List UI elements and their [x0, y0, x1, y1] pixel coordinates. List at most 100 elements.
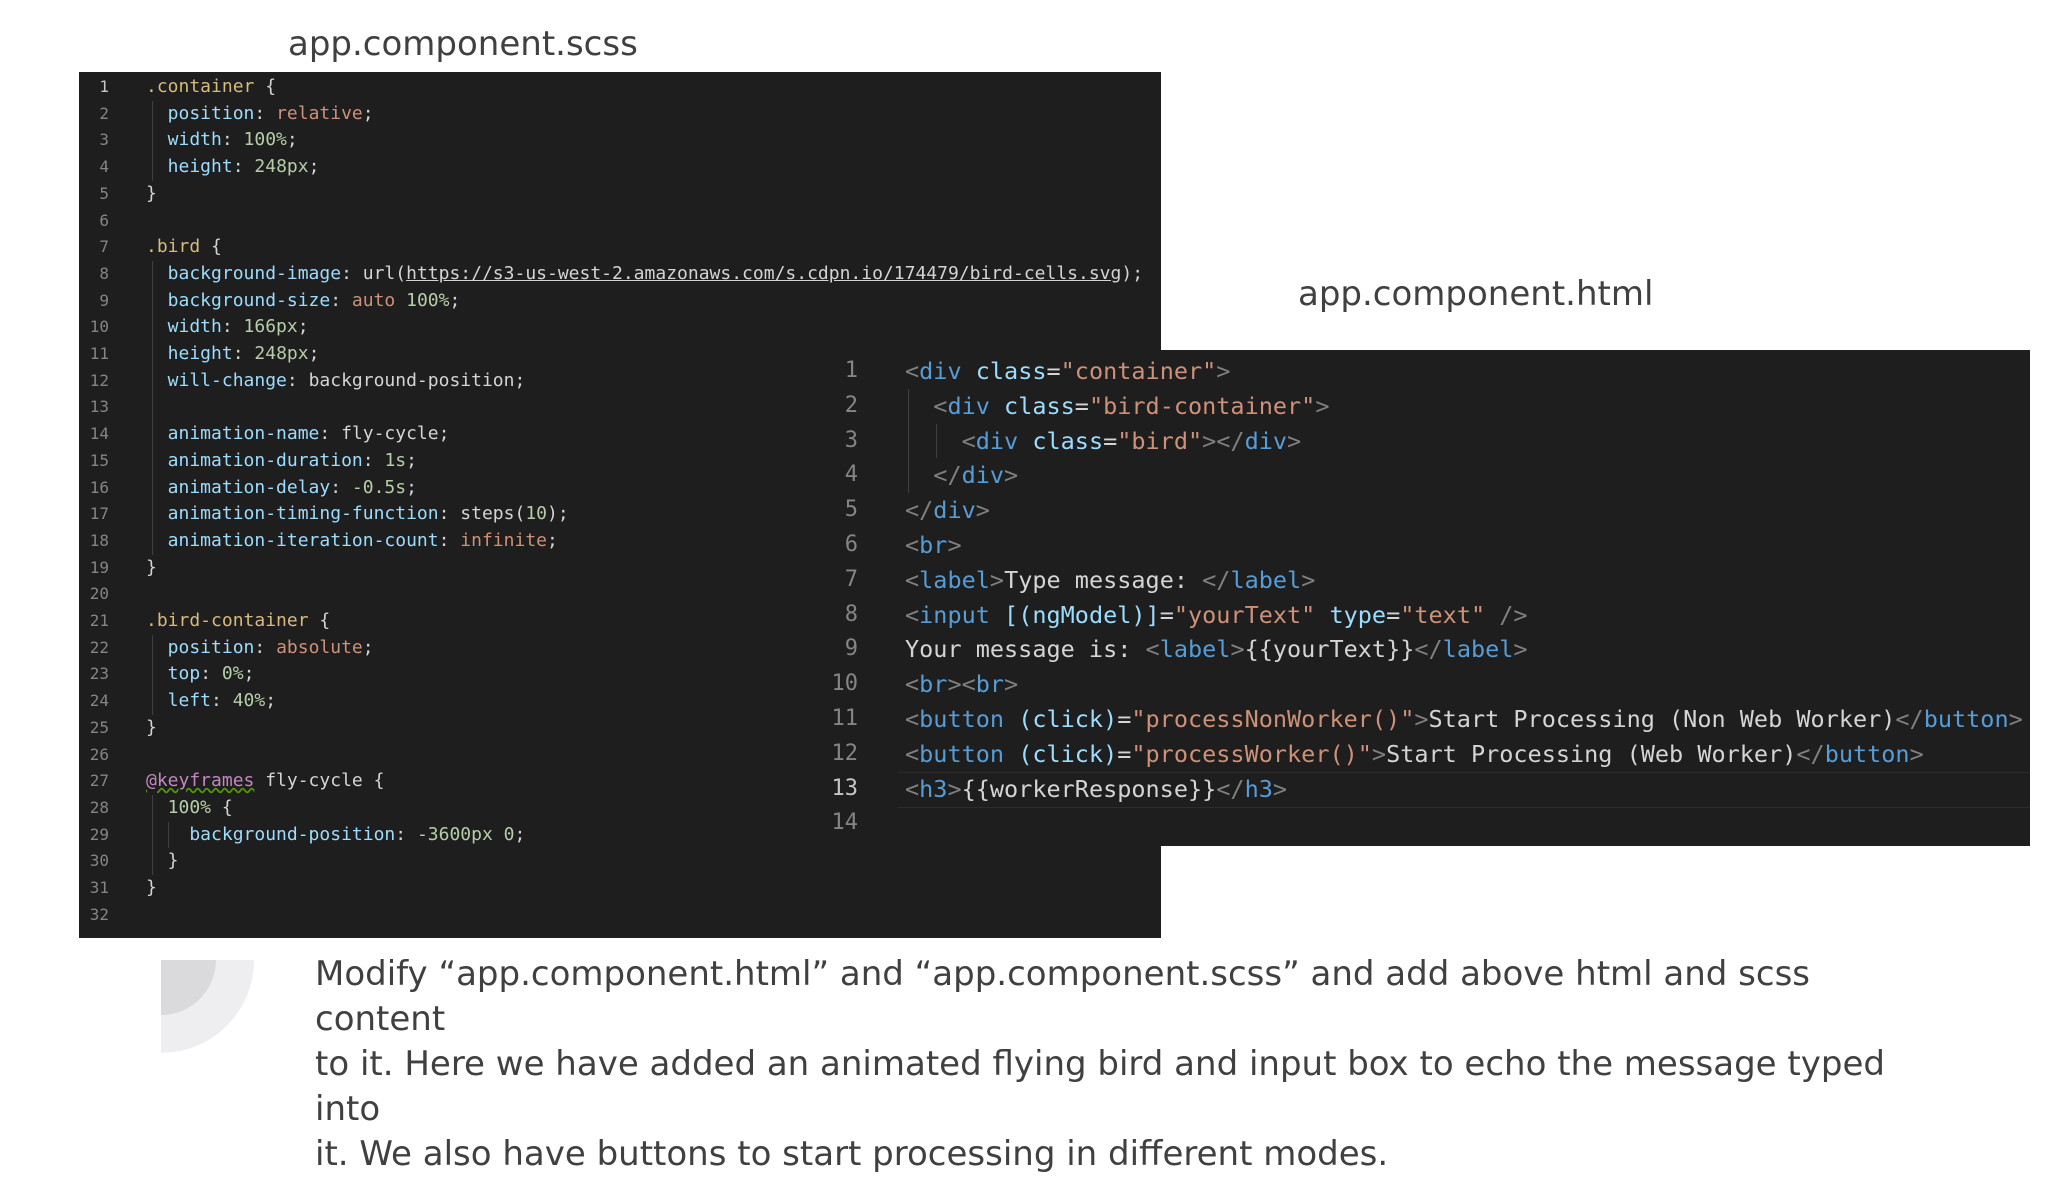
line-number: 1 — [844, 358, 858, 383]
code-token: </ — [1414, 635, 1443, 664]
code-token: button — [1824, 739, 1910, 768]
code-token: = — [1159, 600, 1174, 629]
line-number: 7 — [99, 237, 109, 257]
code-token: : — [232, 156, 255, 178]
code-token: { — [308, 610, 331, 631]
code-text: <button (click)="processNonWorker()">Sta… — [905, 702, 2023, 737]
code-token: animation-iteration-count — [146, 529, 439, 551]
line-number: 14 — [89, 424, 109, 444]
code-line: 10 <br><br> — [828, 667, 2030, 702]
code-token: > — [1272, 774, 1288, 803]
code-token: infinite — [460, 529, 547, 551]
code-token: label — [1230, 565, 1302, 594]
code-token: < — [905, 600, 920, 629]
code-token: > — [1414, 705, 1429, 733]
code-text: } — [146, 555, 157, 582]
code-token: : — [254, 636, 277, 658]
code-token: { — [254, 76, 277, 97]
code-line: 3 width: 100%; — [79, 127, 1161, 154]
code-token: 1s — [384, 449, 407, 471]
code-token: = — [1117, 739, 1132, 768]
code-token: Type message: — [1004, 565, 1203, 594]
code-token: } — [146, 877, 157, 898]
code-text: <button (click)="processWorker()">Start … — [905, 737, 1924, 772]
code-text: background-image: url(https://s3-us-west… — [146, 261, 1143, 288]
line-number: 1 — [99, 77, 109, 96]
code-token: < — [905, 357, 920, 385]
code-token: background-image — [146, 262, 342, 284]
code-text: <h3>{{workerResponse}}</h3> — [905, 772, 1287, 807]
code-token: button — [919, 705, 1005, 733]
code-line: 32 — [79, 902, 1161, 929]
code-text: 100% { — [146, 795, 233, 822]
code-token: 0% — [221, 663, 244, 685]
code-token: > — [2008, 705, 2023, 733]
code-text: background-position: -3600px 0; — [146, 822, 525, 849]
code-token: </ — [1202, 565, 1231, 594]
line-number: 26 — [89, 744, 109, 764]
code-token: ); — [1121, 262, 1144, 284]
code-token: ; — [243, 663, 255, 685]
code-token: = — [1117, 705, 1132, 733]
html-code-editor: 1 <div class="container"> 2 <div class="bi… — [828, 350, 2030, 846]
code-token: .container — [146, 76, 255, 97]
code-token: ; — [308, 343, 320, 364]
indent-guide — [908, 388, 909, 494]
line-number: 10 — [89, 317, 109, 337]
code-token: </ — [1216, 774, 1245, 803]
code-token: relative — [276, 102, 363, 124]
code-token: 100% — [146, 796, 212, 818]
code-token: .bird-container — [146, 610, 309, 631]
line-number: 32 — [89, 904, 109, 924]
code-token: > — [989, 565, 1005, 594]
code-token: Start Processing (Non Web Worker) — [1428, 705, 1896, 733]
code-token: > — [947, 531, 962, 559]
code-token: ; — [406, 476, 417, 498]
code-token: /> — [1485, 600, 1528, 629]
code-token: div — [1244, 426, 1288, 455]
line-number: 30 — [89, 851, 109, 871]
line-number: 17 — [89, 504, 109, 524]
code-token: br — [919, 670, 948, 699]
code-text: animation-name: fly-cycle; — [146, 421, 450, 448]
code-token: < — [905, 531, 920, 559]
code-token: < — [1145, 635, 1160, 664]
code-token: ; — [308, 156, 320, 178]
code-token: type — [1315, 600, 1387, 629]
code-line: 2 position: relative; — [79, 101, 1161, 128]
code-line: 7 <label>Type message: </label> — [828, 563, 2030, 598]
indent-guide — [152, 634, 153, 715]
code-token: ; — [406, 449, 417, 471]
line-number: 16 — [89, 477, 109, 497]
code-token: = — [1103, 426, 1118, 455]
code-token: > — [1301, 565, 1316, 594]
line-number: 25 — [89, 717, 109, 737]
code-token: : — [330, 476, 352, 498]
code-token: div — [961, 461, 1005, 490]
code-token: "bird" — [1117, 426, 1203, 455]
code-token: : — [232, 343, 255, 364]
code-token: br — [975, 670, 1005, 699]
code-token: : — [395, 823, 417, 845]
code-text: .container { — [146, 74, 276, 101]
line-number: 4 — [844, 462, 858, 488]
code-token: { — [211, 796, 233, 818]
indent-guide — [936, 423, 937, 459]
code-token: animation-duration — [146, 449, 363, 471]
code-token: left — [146, 690, 212, 712]
line-number: 10 — [831, 671, 859, 697]
code-text: height: 248px; — [146, 341, 320, 368]
code-token: "container" — [1060, 357, 1217, 385]
code-token: class — [989, 391, 1075, 420]
code-token: div — [933, 496, 976, 525]
code-token: [(ngModel)] — [989, 600, 1160, 629]
code-token: (click) — [1004, 705, 1118, 733]
code-text: <br><br> — [905, 667, 1018, 702]
code-token: 100% — [243, 129, 287, 151]
code-token: animation-delay — [146, 476, 331, 498]
code-token: https://s3-us-west-2.amazonaws.com/s.cdp… — [406, 262, 1122, 284]
code-text: @keyframes fly-cycle { — [146, 768, 384, 795]
code-token: h3 — [1244, 774, 1273, 803]
code-token: } — [146, 182, 157, 204]
code-token: ; — [514, 823, 526, 845]
